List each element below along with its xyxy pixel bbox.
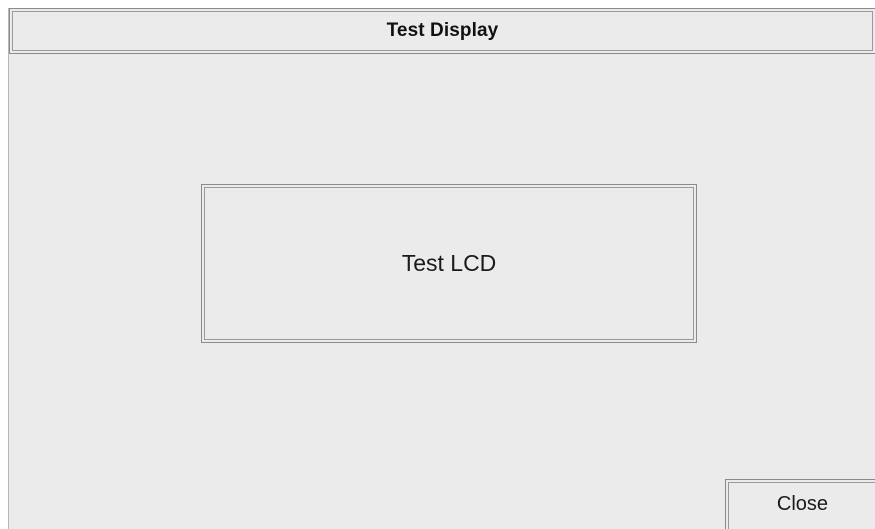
window-title: Test Display (386, 20, 499, 41)
close-button[interactable]: Close (725, 479, 875, 529)
test-display-window: Test Display Test LCD Close (8, 8, 875, 529)
close-button-label: Close (776, 493, 829, 515)
title-bar: Test Display (9, 8, 875, 54)
test-lcd-button-label: Test LCD (401, 250, 497, 276)
test-lcd-button[interactable]: Test LCD (201, 184, 697, 343)
